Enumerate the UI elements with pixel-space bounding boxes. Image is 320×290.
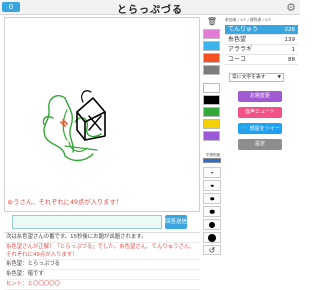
answer-announcement: ゅうさん、それぞれに49点が入ります！ — [7, 199, 123, 206]
color-swatch-gray[interactable] — [203, 65, 220, 75]
chat-line: ヒント：と〇〇〇〇〇 — [4, 280, 200, 290]
twitter-icon: 🐦 — [240, 125, 248, 132]
trash-icon[interactable]: 🗑 — [202, 17, 222, 27]
change-topic-button[interactable]: お題変更 — [238, 91, 282, 102]
player-score: 1 — [291, 47, 296, 53]
player-name: アララギ — [228, 46, 253, 53]
pen-size-2[interactable] — [203, 180, 221, 191]
select-value: 常に文字を表す — [232, 75, 266, 80]
pen-size-5[interactable] — [203, 219, 221, 230]
chat-line: 糸色望：とらっぷづる — [4, 260, 200, 270]
player-score: 226 — [284, 27, 296, 33]
top-bar: 0 とらっぷづる ⚙ — [0, 0, 300, 16]
player-name: 糸色望 — [228, 36, 247, 43]
color-swatch-pink[interactable] — [203, 29, 220, 39]
pen-size-4[interactable] — [203, 206, 221, 217]
color-swatch-blue[interactable] — [203, 41, 220, 51]
color-swatch-black[interactable] — [203, 95, 220, 105]
app-title: とらっぷづる — [117, 5, 183, 16]
pen-size-3[interactable] — [203, 193, 221, 204]
undo-icon[interactable]: ↺ — [203, 245, 221, 255]
player-row: てんりゅう 226 — [225, 25, 298, 35]
player-row: 糸色望 139 — [225, 35, 298, 45]
player-panel: 参加者 / 3人 / 観覧者 / 0人 てんりゅう 226 糸色望 139 アラ… — [225, 17, 298, 65]
player-score: 139 — [284, 37, 296, 43]
color-swatch-purple[interactable] — [203, 131, 220, 141]
answer-input[interactable] — [12, 215, 162, 229]
tool-palette: 🗑 不透明度 ↺ — [202, 17, 222, 289]
color-swatch-white[interactable] — [203, 83, 220, 93]
chat-line: 次は糸色望さんの番です。15秒後にお題が出題されます。 — [4, 233, 200, 243]
pen-size-1[interactable] — [203, 167, 221, 178]
player-name: てんりゅう — [228, 26, 259, 33]
answer-row: 回答送信 — [4, 214, 200, 230]
mute-button[interactable]: 音声ミュート — [238, 107, 282, 118]
opacity-slider[interactable] — [203, 158, 221, 163]
answer-submit-button[interactable]: 回答送信 — [165, 215, 187, 229]
display-mode-select[interactable]: 常に文字を表す ▼ — [229, 73, 284, 82]
chat-line: 糸色望さんが正解！「とらっぷづる」でした。糸色望さん、てんりゅうさん、それぞれに… — [4, 243, 200, 260]
pen-size-6[interactable] — [203, 232, 221, 243]
participants-header: 参加者 / 3人 / 観覧者 / 0人 — [225, 17, 272, 22]
chevron-down-icon: ▼ — [277, 75, 281, 80]
color-swatch-green[interactable] — [203, 107, 220, 117]
color-swatch-orange[interactable] — [203, 53, 220, 63]
player-score: 88 — [288, 57, 295, 63]
player-row: ユーコ 88 — [225, 55, 298, 65]
drawing-canvas[interactable]: ゅうさん、それぞれに49点が入ります！ — [4, 17, 200, 212]
chat-log: 次は糸色望さんの番です。15秒後にお題が出題されます。 糸色望さんが正解！「とら… — [4, 232, 200, 290]
player-name: ユーコ — [228, 56, 247, 63]
drawing — [42, 90, 106, 162]
gear-icon[interactable]: ⚙ — [286, 1, 296, 14]
settings-button[interactable]: 設定 — [238, 139, 282, 150]
chat-line: 糸色望：暗です — [4, 270, 200, 280]
tweet-room-button[interactable]: 🐦部屋をツイート — [238, 123, 282, 143]
color-swatch-yellow[interactable] — [203, 119, 220, 129]
player-row: アララギ 1 — [225, 45, 298, 55]
